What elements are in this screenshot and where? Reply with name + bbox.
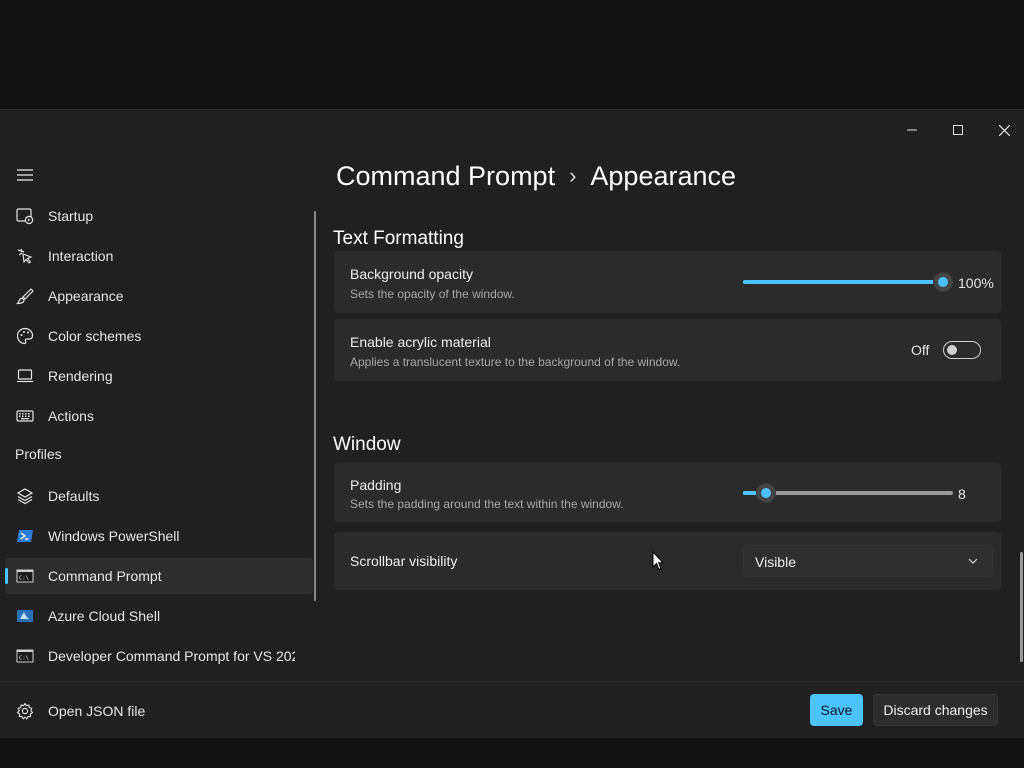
svg-text:C:\: C:\ [19,576,29,582]
open-json-file-button[interactable]: Open JSON file [5,693,305,729]
breadcrumb-parent[interactable]: Command Prompt [336,161,555,192]
opacity-slider-fill [743,280,943,284]
nav-scrollbar[interactable] [314,211,316,601]
nav-item-label: Azure Cloud Shell [48,608,161,624]
minimize-icon [907,129,917,131]
nav-item-developer-command-prompt[interactable]: C:\ Developer Command Prompt for VS 202 [5,638,313,674]
setting-description: Sets the opacity of the window. [350,287,515,301]
monitor-icon [17,369,33,383]
padding-slider[interactable] [743,483,953,503]
setting-description: Sets the padding around the text within … [350,497,624,511]
footer-bar: Open JSON file Save Discard changes [0,681,1024,739]
setting-scrollbar-visibility: Scrollbar visibility Visible [334,532,1001,590]
discard-changes-button[interactable]: Discard changes [873,694,998,726]
opacity-slider-thumb[interactable] [933,272,953,292]
interaction-icon [17,248,33,264]
opacity-slider[interactable] [743,272,953,292]
nav-item-startup[interactable]: Startup [5,198,313,234]
svg-text:C:\: C:\ [19,656,29,662]
padding-value: 8 [958,486,966,502]
dropdown-selected-value: Visible [755,554,796,570]
maximize-icon [953,125,963,135]
setting-background-opacity: Background opacity Sets the opacity of t… [334,251,1001,313]
cmd-icon: C:\ [16,569,34,583]
settings-window: Command Prompt › Appearance Startup Inte… [0,109,1024,738]
nav-item-label: Windows PowerShell [48,528,180,544]
nav-item-command-prompt[interactable]: C:\ Command Prompt [5,558,313,594]
nav-item-azure-cloud-shell[interactable]: Azure Cloud Shell [5,598,313,634]
mouse-cursor-icon [652,551,664,571]
keyboard-icon [16,410,34,422]
layers-icon [16,488,34,505]
minimize-button[interactable] [889,110,935,150]
breadcrumb-separator: › [569,163,577,188]
section-title-window: Window [333,434,401,455]
open-json-file-label: Open JSON file [48,703,146,719]
setting-title: Background opacity [350,266,473,282]
nav-item-appearance[interactable]: Appearance [5,278,313,314]
nav-item-label: Command Prompt [48,568,162,584]
nav-item-rendering[interactable]: Rendering [5,358,313,394]
nav-item-interaction[interactable]: Interaction [5,238,313,274]
breadcrumb: Command Prompt › Appearance [336,156,736,196]
nav-item-label: Startup [48,208,94,224]
brush-icon [16,288,34,305]
save-button[interactable]: Save [810,694,863,726]
maximize-button[interactable] [935,110,981,150]
opacity-value: 100% [958,275,994,291]
nav-item-label: Rendering [48,368,113,384]
setting-padding: Padding Sets the padding around the text… [334,463,1001,522]
setting-title: Padding [350,477,402,493]
nav-item-label: Appearance [48,288,124,304]
nav-item-color-schemes[interactable]: Color schemes [5,318,313,354]
startup-icon [16,208,34,225]
palette-icon [16,327,34,345]
gear-icon [16,702,34,720]
setting-description: Applies a translucent texture to the bac… [350,355,681,369]
padding-slider-thumb[interactable] [756,483,777,503]
nav-item-label: Interaction [48,248,114,264]
nav-item-defaults[interactable]: Defaults [5,478,313,514]
nav-item-label: Defaults [48,488,100,504]
scrollbar-visibility-dropdown[interactable]: Visible [743,545,993,577]
acrylic-state-label: Off [911,342,930,358]
nav-item-windows-powershell[interactable]: Windows PowerShell [5,518,313,554]
close-icon [998,124,1010,136]
setting-title: Scrollbar visibility [350,553,458,569]
setting-title: Enable acrylic material [350,334,491,350]
azure-icon [17,610,33,622]
nav-item-label: Developer Command Prompt for VS 202 [48,648,295,664]
powershell-icon [17,530,33,542]
nav-item-label: Actions [48,408,94,424]
section-title-text-formatting: Text Formatting [333,228,464,249]
content-scrollbar[interactable] [1020,552,1023,662]
acrylic-toggle[interactable] [943,341,981,359]
profiles-header: Profiles [15,446,62,462]
breadcrumb-current: Appearance [590,160,737,191]
cmd-icon: C:\ [16,649,34,663]
close-button[interactable] [981,110,1024,150]
chevron-down-icon [968,558,978,564]
setting-acrylic-material: Enable acrylic material Applies a transl… [334,319,1001,381]
navigation-pane: Startup Interaction Appearance Color sch… [0,110,320,738]
nav-item-label: Color schemes [48,328,142,344]
nav-item-actions[interactable]: Actions [5,398,313,434]
